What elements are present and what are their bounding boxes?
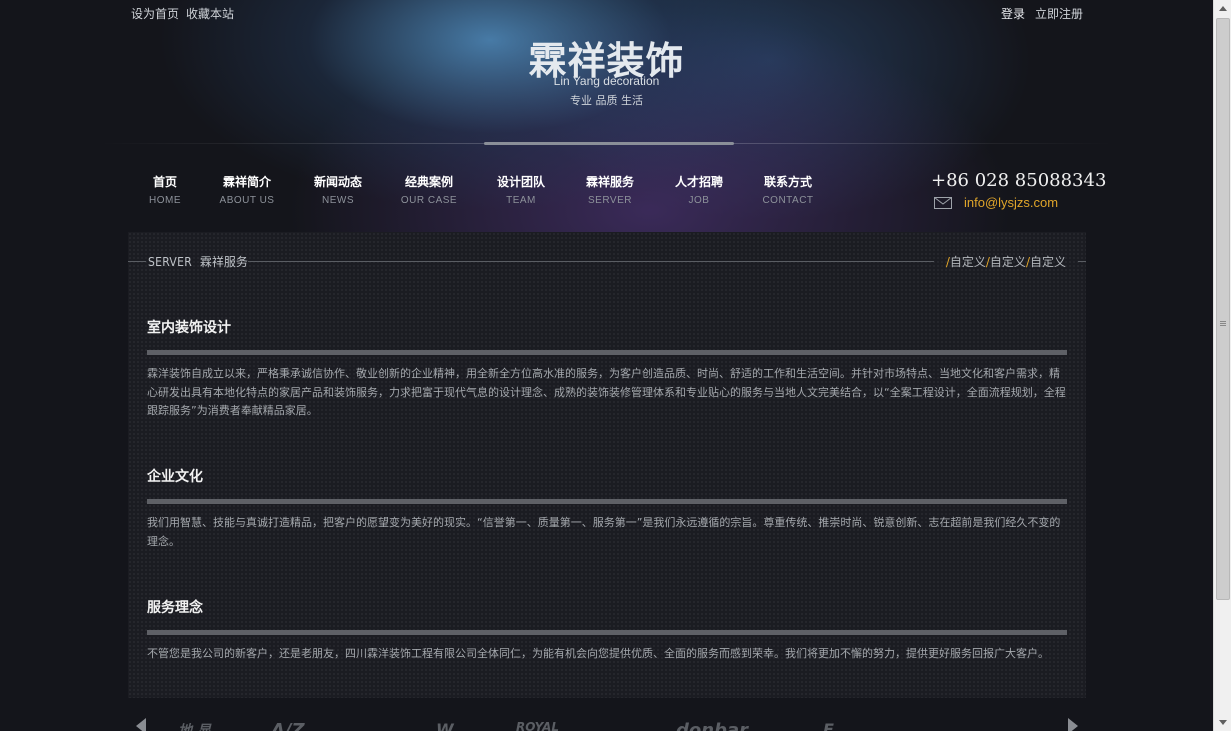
block-text-interior: 霖洋装饰自成立以来，严格秉承诚信协作、敬业创新的企业精神，用全新全方位高水准的服… — [147, 367, 1066, 417]
nav-label-en: ABOUT US — [219, 195, 275, 206]
partner-strip: 地 显 A/Z W ROYAL donbar F — [128, 708, 1086, 731]
nav-item-home[interactable]: 首页 HOME — [145, 173, 185, 206]
section-title-en: SERVER — [148, 255, 193, 269]
logo-subtitle: Lin Yang decoration — [553, 74, 660, 88]
page-frame: 设为首页 收藏本站 登录 立即注册 霖祥装饰 Lin Yang decorati… — [0, 0, 1213, 731]
block-title-culture: 企业文化 — [147, 469, 203, 485]
register-link[interactable]: 立即注册 — [1035, 5, 1083, 22]
partner-logo: F — [823, 720, 834, 731]
nav-label-en: CONTACT — [762, 195, 814, 206]
bookmark-link[interactable]: 收藏本站 — [186, 5, 234, 22]
login-link[interactable]: 登录 — [1001, 5, 1025, 22]
mail-icon — [934, 197, 952, 209]
set-home-link[interactable]: 设为首页 — [131, 5, 179, 22]
nav-label-zh: 新闻动态 — [313, 175, 362, 189]
section-title-zh: 霖祥服务 — [199, 255, 248, 269]
nav-label-en: NEWS — [322, 195, 354, 206]
scroll-down-icon[interactable] — [1214, 714, 1231, 731]
block-divider — [147, 499, 1067, 504]
nav-label-zh: 人才招聘 — [674, 175, 723, 189]
section-title: SERVER 霖祥服务 — [148, 253, 248, 270]
partner-logo: W — [436, 720, 454, 731]
content-panel: SERVER 霖祥服务 /自定义/自定义/自定义 室内装饰设计 霖洋装饰自成立以… — [128, 232, 1086, 698]
custom-link-3[interactable]: 自定义 — [1030, 255, 1066, 269]
section-rule — [248, 261, 934, 262]
nav-label-en: HOME — [149, 195, 181, 206]
nav-item-news[interactable]: 新闻动态 NEWS — [308, 173, 368, 206]
nav-label-zh: 设计团队 — [496, 175, 545, 189]
section-rule-right — [1078, 261, 1086, 262]
nav-item-contact[interactable]: 联系方式 CONTACT — [758, 173, 818, 206]
nav-item-about[interactable]: 霖祥简介 ABOUT US — [217, 173, 277, 206]
block-divider — [147, 350, 1067, 355]
phone-number: +86 028 85088343 — [931, 170, 1107, 191]
next-arrow-icon[interactable] — [1068, 718, 1078, 731]
scroll-up-icon[interactable] — [1214, 0, 1231, 17]
scrollbar-thumb[interactable] — [1216, 18, 1230, 600]
nav-label-zh: 首页 — [152, 175, 177, 189]
nav-item-case[interactable]: 经典案例 OUR CASE — [399, 173, 459, 206]
section-rule-left — [128, 261, 146, 262]
partner-logo: ROYAL — [516, 720, 560, 731]
nav-item-server[interactable]: 霖祥服务 SERVER — [580, 173, 640, 206]
partner-logo: A/Z — [271, 720, 305, 731]
nav-label-en: SERVER — [588, 195, 632, 206]
block-divider — [147, 630, 1067, 635]
nav-label-zh: 霖祥服务 — [585, 175, 634, 189]
nav-label-en: TEAM — [506, 195, 536, 206]
email-link[interactable]: info@lysjzs.com — [964, 195, 1058, 210]
custom-link-2[interactable]: 自定义 — [990, 255, 1026, 269]
custom-link-1[interactable]: 自定义 — [950, 255, 986, 269]
partner-logo: 地 显 — [178, 723, 211, 731]
block-text-culture: 我们用智慧、技能与真诚打造精品，把客户的愿望变为美好的现实。“信誉第一、质量第一… — [147, 516, 1061, 548]
nav-label-zh: 联系方式 — [763, 175, 812, 189]
logo-slogan: 专业 品质 生活 — [570, 94, 643, 107]
nav-item-job[interactable]: 人才招聘 JOB — [669, 173, 729, 206]
block-text-service: 不管您是我公司的新客户，还是老朋友，四川霖洋装饰工程有限公司全体同仁，为能有机会… — [147, 647, 1049, 660]
nav-label-en: JOB — [688, 195, 710, 206]
nav-label-zh: 霖祥简介 — [222, 175, 271, 189]
nav-item-team[interactable]: 设计团队 TEAM — [491, 173, 551, 206]
block-title-interior: 室内装饰设计 — [147, 320, 231, 336]
partner-logo: donbar — [676, 720, 748, 731]
prev-arrow-icon[interactable] — [136, 718, 146, 731]
nav-label-en: OUR CASE — [400, 195, 458, 206]
header-divider-highlight — [484, 142, 734, 145]
block-title-service: 服务理念 — [147, 600, 203, 616]
nav-label-zh: 经典案例 — [404, 175, 453, 189]
custom-links: /自定义/自定义/自定义 — [945, 255, 1066, 269]
page-scrollbar[interactable] — [1213, 0, 1231, 731]
